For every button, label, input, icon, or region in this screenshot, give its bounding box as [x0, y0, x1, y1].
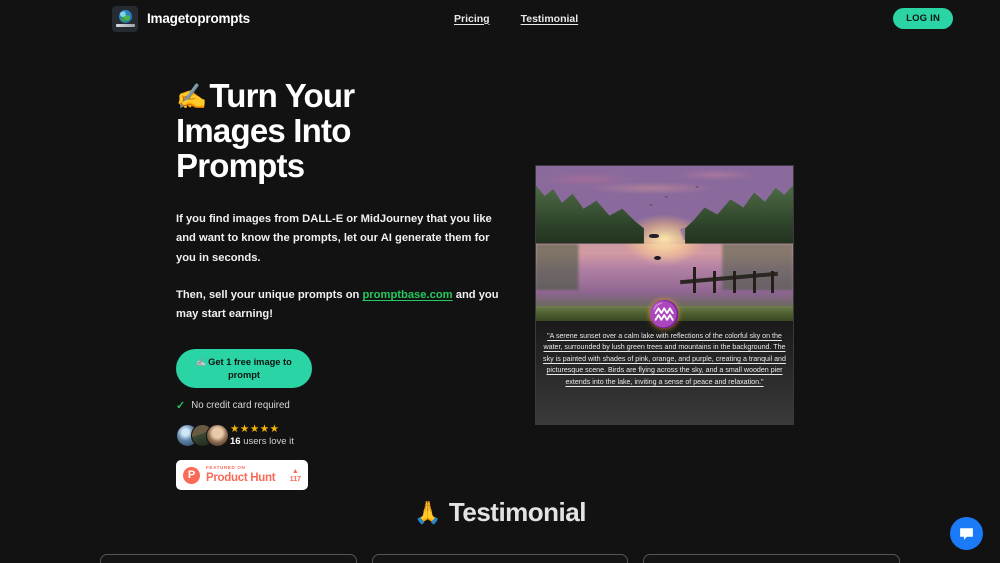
star-rating-icons: ★★★★★	[230, 423, 280, 436]
sunset-lake-image: ~ ~ ~	[536, 166, 793, 321]
no-credit-card-note: ✓ No credit card required	[176, 399, 516, 412]
check-icon: ✓	[176, 400, 186, 413]
hero-paragraph-2: Then, sell your unique prompts on prompt…	[176, 286, 506, 325]
praying-hands-icon: 🙏	[414, 500, 441, 525]
duck-shape	[654, 255, 662, 260]
nav-link-testimonial[interactable]: Testimonial	[521, 13, 579, 25]
product-hunt-badge[interactable]: P FEATURED ON Product Hunt ▲ 117	[176, 460, 308, 491]
boat-shape	[649, 234, 660, 239]
loading-spinner-icon: ♒	[648, 299, 681, 329]
nav-links: Pricing Testimonial	[454, 13, 578, 25]
top-navbar: Imagetoprompts Pricing Testimonial LOG I…	[0, 0, 1000, 37]
bird-icon: ~	[695, 184, 699, 191]
hero-paragraph-1: If you find images from DALL-E or MidJou…	[176, 212, 492, 264]
testimonial-card: PromptBase transformed my creativity. Se…	[643, 554, 901, 563]
pier-post	[713, 271, 716, 294]
cta-label: Get 1 free image to prompt	[208, 356, 292, 380]
users-love-it-label: 16 users love it	[230, 436, 294, 447]
app-logo-icon	[112, 5, 138, 32]
pier-post	[733, 271, 736, 294]
example-result-card: ~ ~ ~ ♒ "A serene sunset over a calm lak…	[535, 165, 794, 425]
social-proof: ★★★★★ 16 users love it	[176, 424, 516, 448]
globe-icon	[118, 9, 132, 23]
nav-link-pricing[interactable]: Pricing	[454, 13, 490, 25]
users-count: 16	[230, 435, 241, 447]
upvote-count: 117	[289, 475, 301, 483]
testimonial-card: I started using PromptBase to turn my im…	[100, 554, 357, 563]
chat-widget-button[interactable]	[950, 517, 983, 550]
testimonial-heading: 🙏 Testimonial	[0, 497, 1000, 528]
generated-prompt-text: "A serene sunset over a calm lake with r…	[543, 332, 786, 386]
testimonial-heading-text: Testimonial	[448, 497, 587, 527]
get-free-image-button[interactable]: ✍ Get 1 free image to prompt	[176, 348, 312, 389]
login-button[interactable]: LOG IN	[893, 8, 953, 29]
chat-bubble-icon	[960, 528, 973, 540]
testimonial-list: I started using PromptBase to turn my im…	[0, 554, 1000, 563]
logo-bar	[115, 23, 135, 27]
hero-section: ✍Turn Your Images Into Prompts If you fi…	[0, 37, 1000, 491]
no-credit-card-label: No credit card required	[191, 400, 290, 412]
wooden-pier	[679, 263, 778, 294]
brand-name: Imagetoprompts	[147, 11, 250, 26]
avatar	[206, 424, 229, 448]
bird-icon: ~	[649, 203, 653, 210]
avatar-group	[176, 424, 229, 448]
page-title: ✍Turn Your Images Into Prompts	[176, 78, 426, 184]
product-hunt-featured-on: FEATURED ON	[206, 465, 246, 471]
product-hunt-icon: P	[183, 466, 200, 484]
pier-post	[771, 271, 774, 294]
brand-logo[interactable]: Imagetoprompts	[112, 5, 250, 32]
bird-icon: ~	[664, 195, 669, 202]
pier-post	[693, 267, 696, 294]
cta-writing-hand-icon: ✍	[196, 357, 207, 367]
hero-paragraph-2-before: Then, sell your unique prompts on	[176, 289, 363, 302]
testimonial-card: Turning my images into prompts on Prompt…	[371, 554, 629, 563]
caption-panel: ♒ "A serene sunset over a calm lake with…	[536, 299, 793, 424]
writing-hand-icon: ✍	[176, 83, 207, 111]
users-love-text: users love it	[240, 435, 294, 447]
hero-left-column: ✍Turn Your Images Into Prompts If you fi…	[176, 78, 516, 491]
product-hunt-text: FEATURED ON Product Hunt	[206, 465, 284, 484]
product-hunt-name: Product Hunt	[206, 471, 276, 484]
product-hunt-upvote[interactable]: ▲ 117	[290, 468, 301, 483]
rating-block: ★★★★★ 16 users love it	[230, 424, 294, 447]
upvote-arrow-icon: ▲	[291, 467, 299, 475]
promptbase-link[interactable]: promptbase.com	[362, 289, 452, 301]
pier-post	[753, 271, 756, 294]
